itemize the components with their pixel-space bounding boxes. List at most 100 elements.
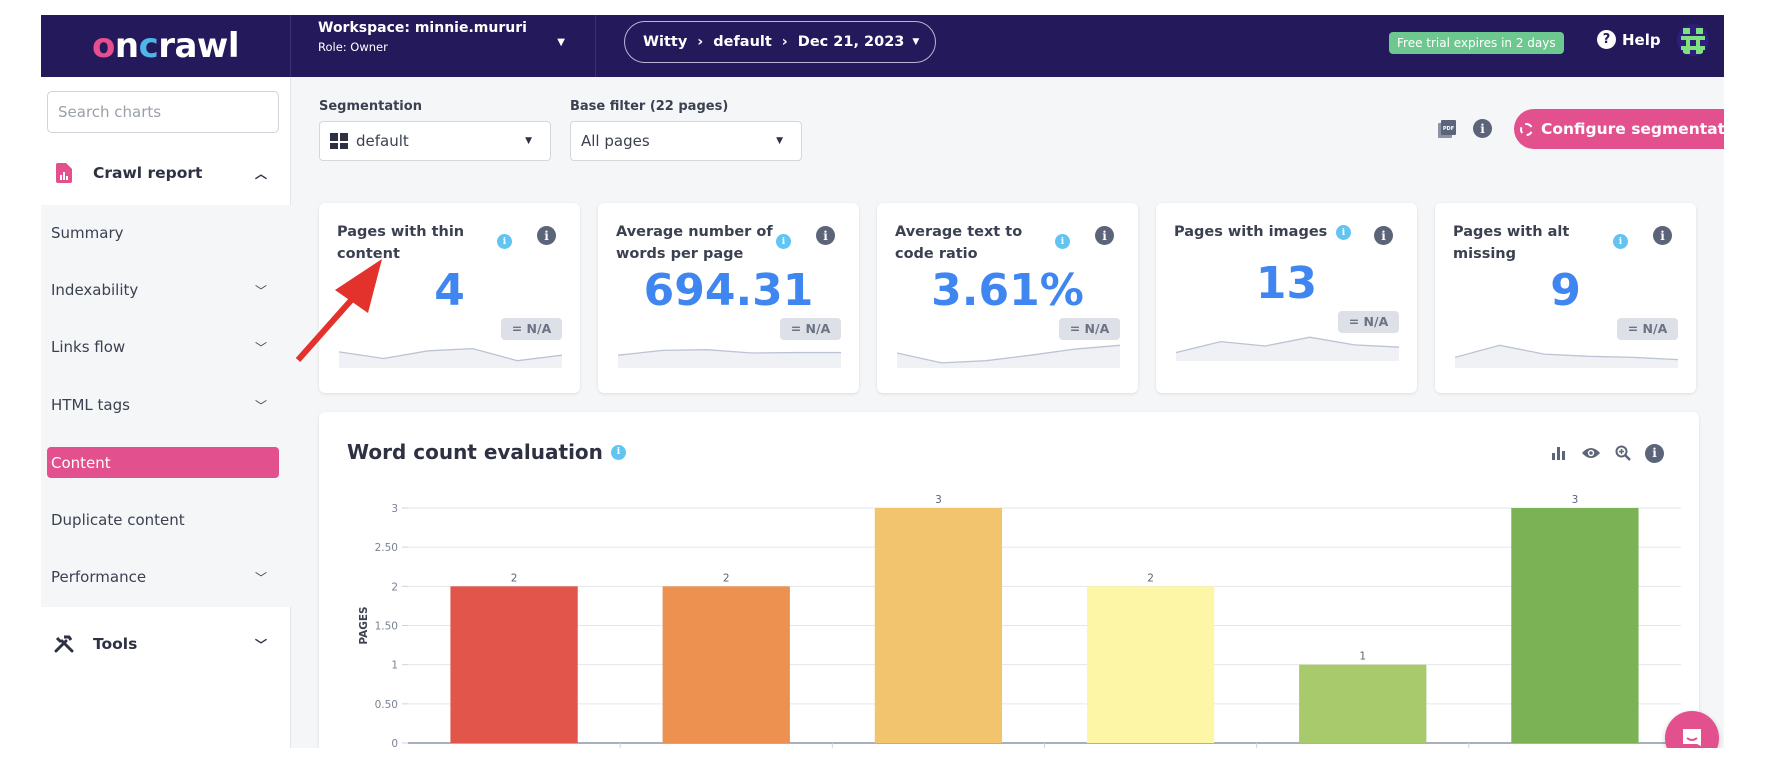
kpi-trend-badge: = N/A bbox=[1617, 318, 1678, 340]
sidebar-item-links-flow[interactable]: Links flow ﹀ bbox=[41, 331, 291, 363]
chat-icon bbox=[1683, 729, 1701, 746]
info-icon[interactable]: i bbox=[1374, 226, 1393, 245]
y-tick-label: 1 bbox=[391, 660, 398, 672]
chevron-down-icon: ﹀ bbox=[254, 398, 267, 413]
kpi-title: Pages with alt missing bbox=[1453, 224, 1570, 262]
sidebar-item-label: Content bbox=[51, 453, 111, 472]
info-icon[interactable]: i bbox=[1095, 226, 1114, 245]
kpi-value: 3.61% bbox=[931, 265, 1084, 316]
main-content: Segmentation default ▼ Base filter (22 p… bbox=[292, 77, 1724, 748]
kpi-title: Pages with thin content bbox=[337, 224, 465, 262]
segmentation-icon bbox=[330, 133, 348, 149]
info-icon[interactable]: i bbox=[816, 226, 835, 245]
y-tick-label: 2.50 bbox=[375, 542, 398, 554]
info-icon[interactable]: i bbox=[1055, 234, 1070, 249]
oncrawl-logo[interactable]: o n c rawl bbox=[41, 15, 291, 77]
configure-segmentation-button[interactable]: Configure segmentation bbox=[1514, 109, 1724, 149]
sidebar-item-label: Performance bbox=[51, 568, 147, 586]
sidebar-section-tools[interactable]: Tools ﹀ bbox=[41, 622, 291, 666]
sidebar-item-performance[interactable]: Performance ﹀ bbox=[41, 561, 291, 593]
chart-toolbar: i bbox=[1549, 443, 1664, 463]
bar-chart-icon[interactable] bbox=[1549, 443, 1569, 463]
y-tick-label: 0 bbox=[391, 738, 398, 748]
chevron-down-icon: ﹀ bbox=[254, 570, 267, 585]
sidebar-item-label: HTML tags bbox=[51, 396, 130, 414]
bar bbox=[1086, 586, 1215, 743]
bar-data-label: 2 bbox=[511, 572, 518, 584]
bar bbox=[874, 508, 1003, 743]
kpi-value: 4 bbox=[434, 265, 465, 316]
top-header: o n c rawl Workspace: minnie.mururi Role: O… bbox=[41, 15, 1724, 77]
sidebar-item-content[interactable]: Content bbox=[47, 447, 279, 478]
crawl-report-submenu: Summary Indexability ﹀ Links flow ﹀ HTML t… bbox=[41, 205, 291, 607]
sidebar-item-html-tags[interactable]: HTML tags ﹀ bbox=[41, 389, 291, 421]
bar-data-label: 2 bbox=[723, 572, 730, 584]
sidebar-item-label: Indexability bbox=[51, 281, 139, 299]
caret-down-icon: ▼ bbox=[525, 136, 532, 146]
base-filter-value: All pages bbox=[581, 132, 650, 150]
word-count-chart-card: 0 0.50 1 1.50 2 2.50 3 PAGES 2 < 150 words 2 150 - … bbox=[319, 412, 1699, 748]
workspace-switcher[interactable]: Workspace: minnie.mururi Role: Owner ▼ bbox=[291, 15, 596, 77]
kpi-trend-badge: = N/A bbox=[1059, 318, 1120, 340]
crawl-report-label: Crawl report bbox=[93, 164, 203, 182]
kpi-title: Pages with images bbox=[1174, 224, 1328, 240]
question-icon: ? bbox=[1597, 30, 1616, 49]
info-icon[interactable]: i bbox=[1473, 119, 1492, 138]
segmentation-select[interactable]: default ▼ bbox=[319, 121, 551, 161]
info-icon[interactable]: i bbox=[1653, 226, 1672, 245]
breadcrumb-project[interactable]: Witty bbox=[643, 34, 687, 50]
caret-down-icon: ▼ bbox=[557, 37, 565, 48]
y-axis-label: PAGES bbox=[358, 606, 370, 644]
bar bbox=[450, 586, 578, 743]
info-icon[interactable]: i bbox=[610, 444, 626, 460]
trial-badge[interactable]: Free trial expires in 2 days bbox=[1389, 32, 1564, 54]
sidebar-section-crawl-report[interactable]: Crawl report ︿ bbox=[41, 151, 291, 195]
y-tick-label: 2 bbox=[391, 581, 398, 593]
oncrawl-app: o n c rawl Workspace: minnie.mururi Role: O… bbox=[41, 15, 1724, 748]
segmentation-label: Segmentation bbox=[319, 99, 422, 114]
chevron-up-icon: ︿ bbox=[254, 166, 267, 181]
search-charts-input[interactable] bbox=[47, 91, 279, 133]
info-icon[interactable]: i bbox=[537, 226, 556, 245]
user-avatar[interactable] bbox=[1677, 24, 1709, 56]
chevron-right-icon: › bbox=[781, 34, 788, 50]
kpi-title: Average number of words per page bbox=[616, 224, 773, 262]
breadcrumb-crawl-date[interactable]: Dec 21, 2023 bbox=[798, 34, 905, 50]
chevron-down-icon: ﹀ bbox=[254, 340, 267, 355]
kpi-value: 9 bbox=[1550, 265, 1581, 316]
zoom-icon[interactable] bbox=[1613, 443, 1633, 463]
logo-letter: o bbox=[91, 26, 115, 66]
bar bbox=[1299, 664, 1427, 743]
sidebar-item-duplicate-content[interactable]: Duplicate content bbox=[41, 504, 291, 536]
kpi-card-thin-content: Pages with thin content i i 4 = N/A bbox=[319, 203, 580, 393]
info-icon[interactable]: i bbox=[1645, 443, 1664, 463]
workspace-role: Role: Owner bbox=[318, 40, 388, 54]
bar bbox=[1511, 508, 1639, 743]
chart-title-text: Word count evaluation bbox=[347, 440, 603, 464]
svg-text:PDF: PDF bbox=[1443, 126, 1454, 132]
sidebar-item-summary[interactable]: Summary bbox=[41, 217, 291, 249]
bar-data-label: 3 bbox=[1572, 494, 1579, 506]
kpi-sparkline bbox=[339, 347, 562, 368]
info-icon[interactable]: i bbox=[497, 234, 512, 249]
pdf-export-icon[interactable]: PDF bbox=[1438, 120, 1456, 138]
chart-title: Word count evaluation i bbox=[347, 440, 626, 464]
info-icon[interactable]: i bbox=[1613, 234, 1628, 249]
project-breadcrumb[interactable]: Witty › default › Dec 21, 2023 ▼ bbox=[624, 21, 936, 63]
y-tick-label: 1.50 bbox=[375, 621, 398, 633]
help-button[interactable]: ? Help bbox=[1597, 30, 1661, 49]
kpi-trend-badge: = N/A bbox=[780, 318, 841, 340]
breadcrumb-segmentation[interactable]: default bbox=[713, 34, 772, 50]
kpi-trend-badge: = N/A bbox=[1338, 311, 1399, 333]
sidebar-item-indexability[interactable]: Indexability ﹀ bbox=[41, 274, 291, 306]
info-icon[interactable]: i bbox=[776, 234, 791, 249]
logo-letter: n bbox=[114, 26, 139, 66]
info-icon[interactable]: i bbox=[1336, 225, 1351, 240]
segmentation-ring-icon bbox=[1519, 122, 1533, 136]
y-tick-label: 3 bbox=[391, 503, 398, 515]
base-filter-select[interactable]: All pages ▼ bbox=[570, 121, 802, 161]
sidebar-item-label: Summary bbox=[51, 224, 124, 242]
chevron-down-icon: ﹀ bbox=[254, 637, 267, 652]
eye-icon[interactable] bbox=[1581, 443, 1601, 463]
kpi-card-text-code-ratio: Average text to code ratio i i 3.61% = N… bbox=[877, 203, 1138, 393]
